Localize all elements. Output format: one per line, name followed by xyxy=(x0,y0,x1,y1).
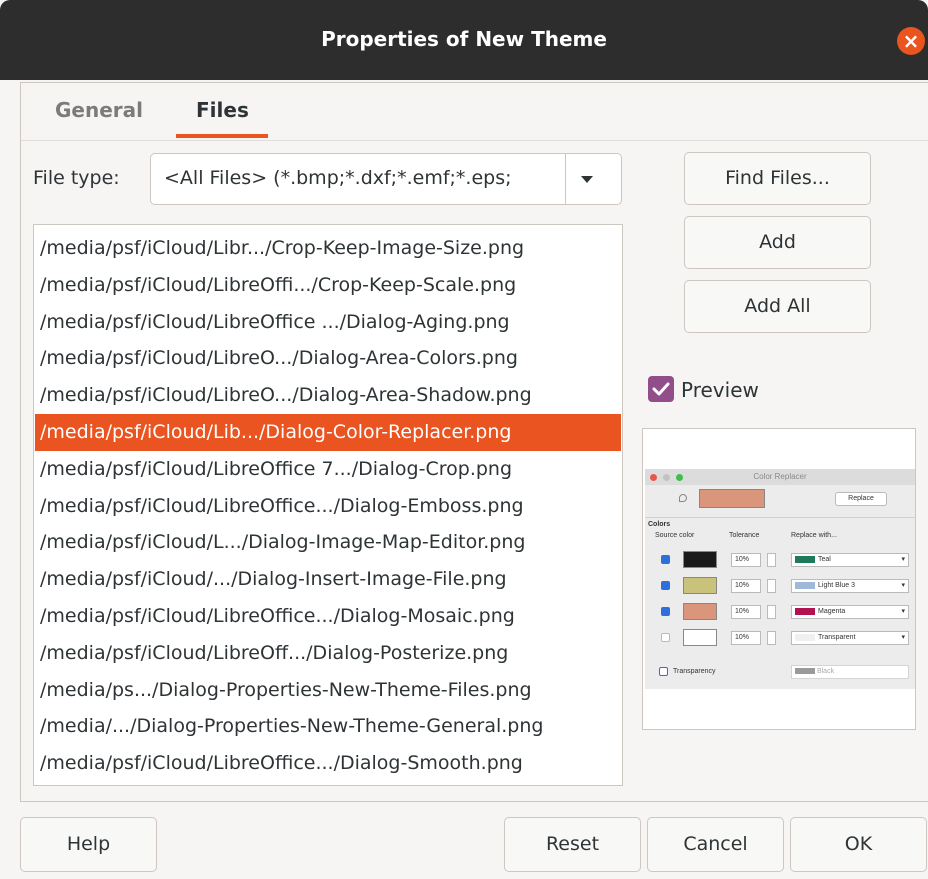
thumb-colors-heading: Colors xyxy=(648,521,671,528)
close-icon: × xyxy=(902,29,920,53)
thumb-col-source: Source color xyxy=(655,532,695,539)
file-type-dropdown[interactable]: <All Files> (*.bmp;*.dxf;*.emf;*.eps; xyxy=(150,153,622,205)
thumb-tolerance-field: 10% xyxy=(731,631,761,645)
cancel-button[interactable]: Cancel xyxy=(647,817,784,872)
thumb-divider xyxy=(645,517,915,518)
thumb-tolerance-stepper xyxy=(767,605,776,619)
thumb-row-checkbox xyxy=(661,581,670,590)
active-tab-indicator xyxy=(176,134,268,138)
thumb-row-checkbox xyxy=(661,555,670,564)
thumb-replace-label: Magenta xyxy=(818,608,846,615)
thumb-tolerance-stepper xyxy=(767,631,776,645)
close-button[interactable]: × xyxy=(897,27,925,55)
file-list[interactable]: /media/psf/iCloud/Libr.../Crop-Keep-Imag… xyxy=(33,224,623,786)
preview-checkbox[interactable] xyxy=(648,376,674,402)
file-list-item[interactable]: /media/ps.../Dialog-Properties-New-Theme… xyxy=(35,672,621,709)
thumb-replace-dropdown: Light Blue 3 ▾ xyxy=(791,579,909,593)
thumb-black-swatch xyxy=(795,668,815,675)
file-list-item[interactable]: /media/.../Dialog-Properties-New-Theme-G… xyxy=(35,708,621,745)
thumb-replace-dropdown: Teal ▾ xyxy=(791,553,909,567)
file-list-item[interactable]: /media/psf/iCloud/LibreOff.../Dialog-Pos… xyxy=(35,635,621,672)
thumb-col-tolerance: Tolerance xyxy=(729,532,760,539)
thumb-chevron-down-icon: ▾ xyxy=(901,634,905,641)
find-files-button[interactable]: Find Files... xyxy=(684,152,871,205)
file-list-item[interactable]: /media/psf/iCloud/LibreOffice .../Dialog… xyxy=(35,304,621,341)
tab-divider xyxy=(21,140,928,141)
thumb-tolerance-field: 10% xyxy=(731,579,761,593)
file-list-item[interactable]: /media/psf/iCloud/LibreOffice.../Dialog-… xyxy=(35,488,621,525)
thumb-chevron-down-icon: ▾ xyxy=(901,582,905,589)
dialog-title: Properties of New Theme xyxy=(321,27,607,51)
reset-button[interactable]: Reset xyxy=(504,817,641,872)
thumb-tolerance-field: 10% xyxy=(731,605,761,619)
add-all-button[interactable]: Add All xyxy=(684,280,871,333)
file-list-item[interactable]: /media/psf/iCloud/LibreO.../Dialog-Area-… xyxy=(35,377,621,414)
thumbnail-titlebar: Color Replacer xyxy=(645,469,915,485)
thumb-title: Color Replacer xyxy=(753,472,807,481)
thumb-tolerance-field: 10% xyxy=(731,553,761,567)
help-button[interactable]: Help xyxy=(20,817,157,872)
thumb-source-swatch xyxy=(683,629,717,646)
thumb-row-checkbox xyxy=(661,633,670,642)
ok-button[interactable]: OK xyxy=(790,817,927,872)
thumb-replace-swatch xyxy=(795,633,815,641)
thumb-replace-dropdown: Transparent ▾ xyxy=(791,631,909,645)
add-button[interactable]: Add xyxy=(684,216,871,269)
thumb-col-replace: Replace with... xyxy=(791,532,837,539)
thumb-row-checkbox xyxy=(661,607,670,616)
thumb-source-swatch xyxy=(683,603,717,620)
thumb-replace-swatch xyxy=(795,581,815,589)
thumb-transparency-value: Black xyxy=(816,668,835,675)
preview-thumbnail: Color Replacer Replace Colors Source col… xyxy=(645,469,915,689)
dropdown-separator xyxy=(565,154,566,204)
file-list-item[interactable]: /media/psf/iCloud/LibreOffice.../Dialog-… xyxy=(35,598,621,635)
preview-image: Color Replacer Replace Colors Source col… xyxy=(642,428,916,730)
file-type-label: File type: xyxy=(33,167,120,189)
file-type-value: <All Files> (*.bmp;*.dxf;*.emf;*.eps; xyxy=(164,167,512,189)
chevron-down-icon[interactable] xyxy=(581,176,593,183)
thumb-replace-button: Replace xyxy=(835,492,887,506)
file-list-item[interactable]: /media/psf/iCloud/Lib.../Dialog-Color-Re… xyxy=(35,414,621,451)
thumb-replace-swatch xyxy=(795,555,815,563)
thumb-source-swatch xyxy=(683,551,717,568)
file-list-item[interactable]: /media/psf/iCloud/LibreO.../Dialog-Area-… xyxy=(35,340,621,377)
thumb-tolerance-stepper xyxy=(767,579,776,593)
thumb-source-swatch xyxy=(683,577,717,594)
thumb-replace-dropdown: Magenta ▾ xyxy=(791,605,909,619)
thumb-picked-color xyxy=(699,489,765,508)
file-list-item[interactable]: /media/psf/iCloud/LibreOffice.../Dialog-… xyxy=(35,745,621,782)
thumb-transparency-label: Transparency xyxy=(673,668,716,675)
title-bar: Properties of New Theme × xyxy=(0,0,928,80)
checkmark-icon xyxy=(652,382,670,396)
thumb-replace-label: Light Blue 3 xyxy=(818,582,855,589)
thumb-transparency-field: Black xyxy=(791,665,909,679)
thumb-chevron-down-icon: ▾ xyxy=(901,556,905,563)
file-list-item[interactable]: /media/psf/iCloud/.../Dialog-Insert-Imag… xyxy=(35,561,621,598)
thumb-transparency-checkbox xyxy=(659,667,668,676)
tab-general[interactable]: General xyxy=(55,98,143,122)
thumb-tolerance-stepper xyxy=(767,553,776,567)
thumb-replace-swatch xyxy=(795,607,815,615)
file-list-item[interactable]: /media/psf/iCloud/Libr.../Crop-Keep-Imag… xyxy=(35,230,621,267)
tab-files[interactable]: Files xyxy=(196,98,249,122)
file-list-item[interactable]: /media/psf/iCloud/L.../Dialog-Image-Map-… xyxy=(35,524,621,561)
pipette-icon xyxy=(679,494,687,502)
preview-label: Preview xyxy=(681,378,759,402)
thumb-chevron-down-icon: ▾ xyxy=(901,608,905,615)
file-list-item[interactable]: /media/psf/iCloud/LibreOffice 7.../Dialo… xyxy=(35,451,621,488)
thumb-replace-label: Transparent xyxy=(818,634,856,641)
file-list-item[interactable]: /media/psf/iCloud/LibreOffi.../Crop-Keep… xyxy=(35,267,621,304)
thumb-replace-label: Teal xyxy=(818,556,831,563)
